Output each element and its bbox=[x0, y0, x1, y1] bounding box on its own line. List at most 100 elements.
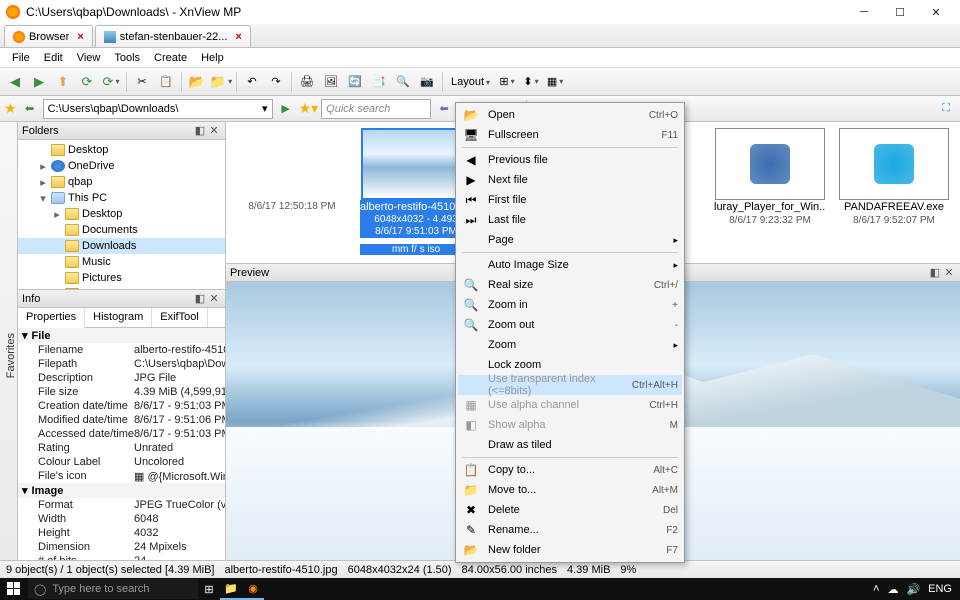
menu-item[interactable]: 🖥FullscreenF11 bbox=[458, 125, 682, 145]
task-view-button[interactable]: ⊞ bbox=[198, 578, 220, 600]
info-tab-properties[interactable]: Properties bbox=[18, 308, 85, 328]
taskbar-app-explorer[interactable]: 📁 bbox=[220, 578, 242, 600]
info-tab-histogram[interactable]: Histogram bbox=[85, 308, 152, 327]
menu-item[interactable]: ✎Rename...F2 bbox=[458, 520, 682, 540]
open-button[interactable]: 📂 bbox=[186, 71, 208, 93]
menu-edit[interactable]: Edit bbox=[38, 50, 69, 66]
search-button[interactable]: 🔍 bbox=[392, 71, 414, 93]
menu-tools[interactable]: Tools bbox=[108, 50, 146, 66]
history-back-button[interactable]: ⬅ bbox=[20, 99, 40, 119]
back-button[interactable]: ◀ bbox=[4, 71, 26, 93]
pane-float-button[interactable]: ◧ bbox=[193, 292, 207, 305]
menu-item[interactable]: ⏮First file bbox=[458, 190, 682, 210]
path-go-button[interactable]: ▶ bbox=[276, 99, 296, 119]
menu-item[interactable]: 📂New folderF7 bbox=[458, 540, 682, 560]
tree-twisty-icon[interactable]: ▸ bbox=[38, 160, 48, 173]
start-button[interactable] bbox=[0, 578, 28, 600]
tab-close-icon[interactable]: × bbox=[235, 31, 241, 43]
fullscreen-toggle-button[interactable]: ⛶ bbox=[936, 99, 956, 119]
menu-item[interactable]: 🔍Zoom in+ bbox=[458, 295, 682, 315]
refresh-dropdown[interactable]: ⟳ bbox=[100, 71, 122, 93]
quick-search-input[interactable]: Quick search bbox=[321, 99, 431, 119]
tree-twisty-icon[interactable]: ▸ bbox=[38, 176, 48, 189]
close-button[interactable]: ✕ bbox=[918, 0, 954, 24]
info-tab-exiftool[interactable]: ExifTool bbox=[152, 308, 208, 327]
menu-item[interactable]: 🔍Real sizeCtrl+/ bbox=[458, 275, 682, 295]
tree-twisty-icon[interactable]: ▾ bbox=[38, 192, 48, 205]
menu-item[interactable]: ✖DeleteDel bbox=[458, 500, 682, 520]
folder-node[interactable]: Desktop bbox=[18, 142, 225, 158]
tab-browser[interactable]: Browser × bbox=[4, 25, 93, 47]
rotate-right-button[interactable]: ↷ bbox=[265, 71, 287, 93]
menu-item[interactable]: Zoom bbox=[458, 335, 682, 355]
tray-onedrive-icon[interactable]: ☁ bbox=[887, 583, 898, 596]
taskbar-search[interactable]: ◯ Type here to search bbox=[28, 579, 198, 599]
batch-rename-button[interactable]: 📑 bbox=[368, 71, 390, 93]
capture-button[interactable]: 📷 bbox=[416, 71, 438, 93]
tray-chevron-icon[interactable]: ˄ bbox=[873, 583, 879, 595]
sort-button[interactable]: ⬍ bbox=[520, 71, 542, 93]
properties-list[interactable]: ▾ FileFilenamealberto-restifo-4510.jFile… bbox=[18, 328, 225, 560]
copy-button[interactable]: 📋 bbox=[155, 71, 177, 93]
thumbnail-button[interactable]: ▦ bbox=[544, 71, 566, 93]
tab-image[interactable]: stefan-stenbauer-22... × bbox=[95, 25, 251, 47]
batch-convert-button[interactable]: 🔄 bbox=[344, 71, 366, 93]
folder-node[interactable]: ▸Desktop bbox=[18, 206, 225, 222]
thumbnail-item[interactable]: PANDAFREEAV.exe8/6/17 9:52:07 PM bbox=[834, 128, 954, 257]
taskbar-app-xnview[interactable]: ◉ bbox=[242, 578, 264, 600]
tree-twisty-icon[interactable]: ▸ bbox=[52, 208, 62, 221]
sidebar-tab-favorites[interactable]: Favorites bbox=[5, 333, 17, 378]
menu-item[interactable]: Lock zoom bbox=[458, 355, 682, 375]
menu-item[interactable]: 📁Move to...Alt+M bbox=[458, 480, 682, 500]
forward-button[interactable]: ▶ bbox=[28, 71, 50, 93]
thumbnail-item[interactable]: luray_Player_for_Win...8/6/17 9:23:32 PM bbox=[710, 128, 830, 257]
menu-item[interactable]: ⏭Last file bbox=[458, 210, 682, 230]
thumbnail-item[interactable]: 8/6/17 12:50:18 PM bbox=[232, 128, 352, 257]
folder-tree[interactable]: Desktop▸OneDrive▸qbap▾This PC▸DesktopDoc… bbox=[18, 140, 225, 290]
minimize-button[interactable]: ─ bbox=[846, 0, 882, 24]
menu-item[interactable]: ◀Previous file bbox=[458, 150, 682, 170]
bookmark-icon[interactable]: ★▾ bbox=[299, 100, 319, 117]
pane-close-button[interactable]: ✕ bbox=[207, 292, 221, 305]
folder-node[interactable]: Music bbox=[18, 254, 225, 270]
path-field[interactable]: C:\Users\qbap\Downloads\▾ bbox=[43, 99, 273, 119]
tray-volume-icon[interactable]: 🔊 bbox=[906, 583, 920, 596]
layout-dropdown[interactable]: Layout bbox=[447, 76, 494, 88]
cut-button[interactable]: ✂ bbox=[131, 71, 153, 93]
menu-view[interactable]: View bbox=[71, 50, 107, 66]
folder-node[interactable]: ▸qbap bbox=[18, 174, 225, 190]
pane-float-button[interactable]: ◧ bbox=[193, 124, 207, 137]
property-group[interactable]: ▾ File bbox=[18, 328, 225, 343]
menu-create[interactable]: Create bbox=[148, 50, 193, 66]
menu-help[interactable]: Help bbox=[195, 50, 230, 66]
pane-float-button[interactable]: ◧ bbox=[928, 266, 942, 279]
up-button[interactable]: ⬆ bbox=[52, 71, 74, 93]
print-button[interactable]: 🖨 bbox=[296, 71, 318, 93]
rotate-left-button[interactable]: ↶ bbox=[241, 71, 263, 93]
property-group[interactable]: ▾ Image bbox=[18, 483, 225, 498]
tray-language[interactable]: ENG bbox=[928, 583, 952, 595]
compare-button[interactable]: 🖼 bbox=[320, 71, 342, 93]
menu-item[interactable]: 📂OpenCtrl+O bbox=[458, 105, 682, 125]
folder-node[interactable]: Documents bbox=[18, 222, 225, 238]
open-dropdown[interactable]: 📁 bbox=[210, 71, 232, 93]
maximize-button[interactable]: ☐ bbox=[882, 0, 918, 24]
favorite-icon[interactable]: ★ bbox=[4, 100, 17, 117]
menu-file[interactable]: File bbox=[6, 50, 36, 66]
nav-prev-button[interactable]: ⬅ bbox=[434, 99, 454, 119]
menu-item[interactable]: Draw as tiled bbox=[458, 435, 682, 455]
menu-item[interactable]: 📋Copy to...Alt+C bbox=[458, 460, 682, 480]
menu-item[interactable]: 🔍Zoom out- bbox=[458, 315, 682, 335]
menu-item[interactable]: Page bbox=[458, 230, 682, 250]
folder-node[interactable]: Pictures bbox=[18, 270, 225, 286]
menu-item[interactable]: ▶Next file bbox=[458, 170, 682, 190]
pane-close-button[interactable]: ✕ bbox=[207, 124, 221, 137]
folder-node[interactable]: ▸OneDrive bbox=[18, 158, 225, 174]
folder-node[interactable]: ▾This PC bbox=[18, 190, 225, 206]
menu-item[interactable]: Auto Image Size bbox=[458, 255, 682, 275]
pane-close-button[interactable]: ✕ bbox=[942, 266, 956, 279]
tab-close-icon[interactable]: × bbox=[77, 31, 83, 43]
refresh-button[interactable]: ⟳ bbox=[76, 71, 98, 93]
view-mode-button[interactable]: ⊞ bbox=[496, 71, 518, 93]
folder-node[interactable]: Downloads bbox=[18, 238, 225, 254]
